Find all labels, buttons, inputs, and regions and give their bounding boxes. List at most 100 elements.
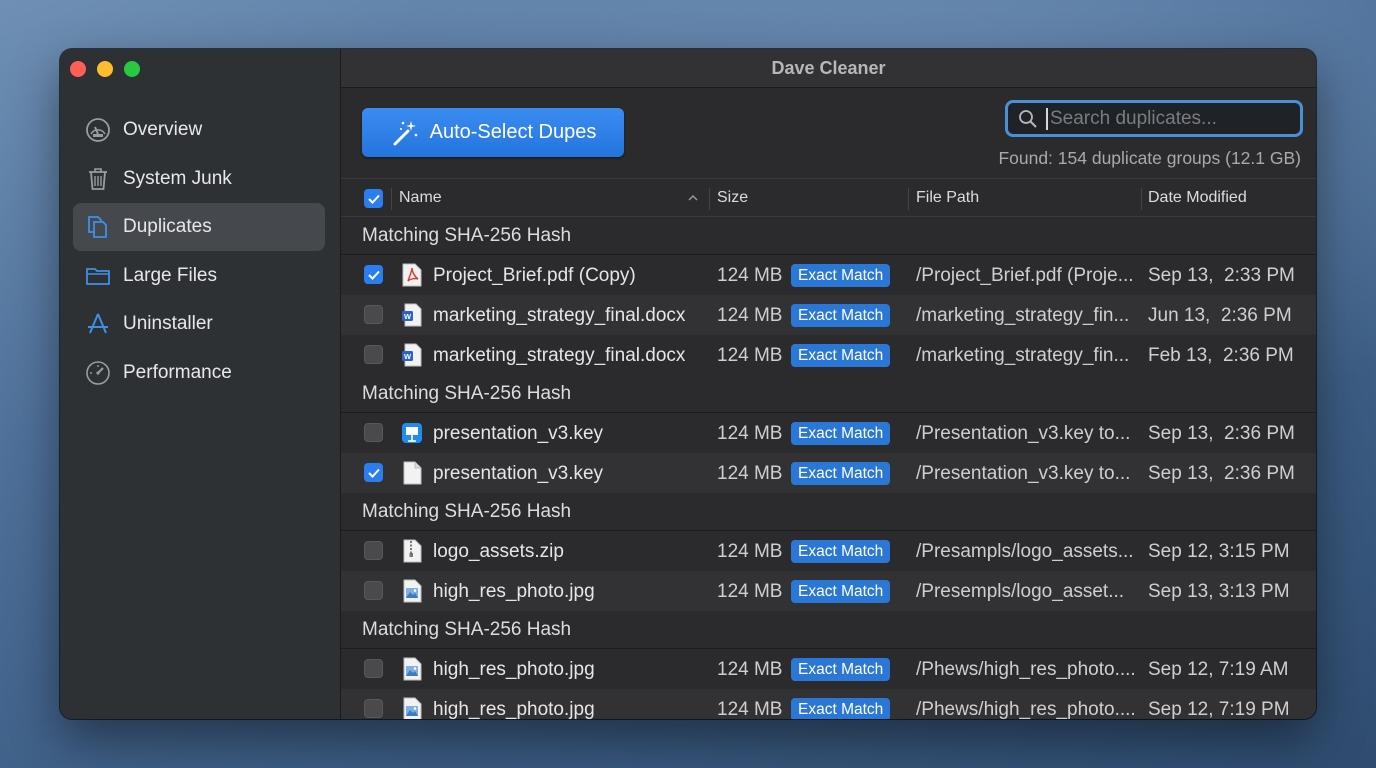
file-path: /Presempls/logo_asset... xyxy=(916,581,1125,602)
file-path: /marketing_strategy_fin... xyxy=(916,345,1130,366)
column-header-date-modified[interactable]: Date Modified xyxy=(1148,189,1247,207)
date-modified: Sep 13, 2:33 PM xyxy=(1148,265,1295,286)
table-header: Name Size File Path Date Modified xyxy=(341,178,1316,217)
date-modified: Sep 12, 3:15 PM xyxy=(1148,541,1290,562)
zip-icon xyxy=(401,539,423,563)
column-header-file-path[interactable]: File Path xyxy=(916,189,979,207)
pdf-icon xyxy=(401,263,423,287)
column-header-size[interactable]: Size xyxy=(717,189,748,207)
table-row[interactable]: W marketing_strategy_final.docx 124 MB E… xyxy=(341,335,1316,375)
file-name: Project_Brief.pdf (Copy) xyxy=(433,265,636,286)
word-doc-icon: W xyxy=(401,303,423,327)
window-title: Dave Cleaner xyxy=(341,49,1316,88)
row-checkbox[interactable] xyxy=(364,265,383,284)
match-badge: Exact Match xyxy=(791,344,891,367)
sort-ascending-icon[interactable] xyxy=(687,192,699,204)
file-path: /marketing_strategy_fin... xyxy=(916,305,1130,326)
file-size: 124 MB xyxy=(717,699,783,719)
file-size: 124 MB xyxy=(717,345,783,366)
file-size: 124 MB xyxy=(717,463,783,484)
file-path: /Phews/high_res_photo.... xyxy=(916,699,1136,719)
window-controls xyxy=(70,61,140,77)
group-header: Matching SHA-256 Hash xyxy=(341,493,1316,531)
table-row[interactable]: Project_Brief.pdf (Copy) 124 MB Exact Ma… xyxy=(341,255,1316,295)
match-badge: Exact Match xyxy=(791,304,891,327)
close-window-button[interactable] xyxy=(70,61,86,77)
column-separator xyxy=(709,188,710,210)
svg-text:W: W xyxy=(404,352,412,361)
file-path: /Phews/high_res_photo.... xyxy=(916,659,1136,680)
table-row[interactable]: W marketing_strategy_final.docx 124 MB E… xyxy=(341,295,1316,335)
column-separator xyxy=(908,188,909,210)
match-badge: Exact Match xyxy=(791,540,891,563)
sidebar-item-large-files[interactable]: Large Files xyxy=(73,252,325,300)
app-store-icon xyxy=(85,311,111,337)
sidebar-item-duplicates[interactable]: Duplicates xyxy=(73,203,325,251)
sidebar-nav: Overview System Junk Duplicates Large Fi… xyxy=(73,106,325,397)
table-row[interactable]: presentation_v3.key 124 MB Exact Match /… xyxy=(341,413,1316,453)
sidebar-item-label: Uninstaller xyxy=(123,313,213,334)
table-row[interactable]: high_res_photo.jpg 124 MB Exact Match /P… xyxy=(341,571,1316,611)
app-window: Overview System Junk Duplicates Large Fi… xyxy=(60,49,1316,719)
checkmark-icon xyxy=(367,468,380,478)
row-checkbox[interactable] xyxy=(364,659,383,678)
word-doc-icon: W xyxy=(401,343,423,367)
date-modified: Sep 12, 7:19 AM xyxy=(1148,659,1289,680)
match-badge: Exact Match xyxy=(791,422,891,445)
row-checkbox[interactable] xyxy=(364,423,383,442)
sidebar-item-overview[interactable]: Overview xyxy=(73,106,325,154)
sidebar-item-uninstaller[interactable]: Uninstaller xyxy=(73,300,325,348)
file-name: logo_assets.zip xyxy=(433,541,564,562)
sidebar-item-performance[interactable]: Performance xyxy=(73,349,325,397)
auto-select-dupes-label: Auto-Select Dupes xyxy=(429,121,597,143)
date-modified: Sep 13, 2:36 PM xyxy=(1148,463,1295,484)
table-row[interactable]: logo_assets.zip 124 MB Exact Match /Pres… xyxy=(341,531,1316,571)
select-all-checkbox[interactable] xyxy=(364,189,383,208)
column-header-name[interactable]: Name xyxy=(399,189,442,207)
maximize-window-button[interactable] xyxy=(124,61,140,77)
keynote-icon xyxy=(401,421,423,445)
file-size: 124 MB xyxy=(717,541,783,562)
file-name: marketing_strategy_final.docx xyxy=(433,345,686,366)
duplicates-table: Matching SHA-256 Hash Project_Brief.pdf … xyxy=(341,217,1316,719)
file-name: presentation_v3.key xyxy=(433,463,604,484)
row-checkbox[interactable] xyxy=(364,581,383,600)
search-field[interactable] xyxy=(1005,100,1303,137)
date-modified: Feb 13, 2:36 PM xyxy=(1148,345,1294,366)
table-row[interactable]: high_res_photo.jpg 124 MB Exact Match /P… xyxy=(341,649,1316,689)
table-row[interactable]: presentation_v3.key 124 MB Exact Match /… xyxy=(341,453,1316,493)
sidebar-item-label: Large Files xyxy=(123,264,217,286)
file-name: high_res_photo.jpg xyxy=(433,699,595,719)
date-modified: Jun 13, 2:36 PM xyxy=(1148,305,1292,326)
file-path: /Presampls/logo_assets... xyxy=(916,541,1134,562)
sidebar-item-label: Duplicates xyxy=(123,216,212,237)
file-size: 124 MB xyxy=(717,581,783,602)
date-modified: Sep 12, 7:19 PM xyxy=(1148,699,1290,719)
sidebar: Overview System Junk Duplicates Large Fi… xyxy=(60,49,341,719)
duplicate-files-icon xyxy=(85,214,111,240)
file-name: presentation_v3.key xyxy=(433,423,604,444)
match-badge: Exact Match xyxy=(791,698,891,719)
auto-select-dupes-button[interactable]: Auto-Select Dupes xyxy=(362,108,624,157)
trash-icon xyxy=(85,166,111,192)
group-header: Matching SHA-256 Hash xyxy=(341,611,1316,649)
row-checkbox[interactable] xyxy=(364,305,383,324)
table-row[interactable]: high_res_photo.jpg 124 MB Exact Match /P… xyxy=(341,689,1316,719)
image-icon xyxy=(401,697,423,719)
file-name: marketing_strategy_final.docx xyxy=(433,305,686,326)
magic-wand-icon xyxy=(393,120,417,145)
row-checkbox[interactable] xyxy=(364,541,383,560)
date-modified: Sep 13, 3:13 PM xyxy=(1148,581,1290,602)
file-size: 124 MB xyxy=(717,423,783,444)
row-checkbox[interactable] xyxy=(364,463,383,482)
group-header: Matching SHA-256 Hash xyxy=(341,217,1316,255)
row-checkbox[interactable] xyxy=(364,699,383,718)
sidebar-item-system-junk[interactable]: System Junk xyxy=(73,155,325,203)
main-panel: Dave Cleaner Auto-Select Dupes Found: 15… xyxy=(341,49,1316,719)
group-header: Matching SHA-256 Hash xyxy=(341,375,1316,413)
file-size: 124 MB xyxy=(717,265,783,286)
minimize-window-button[interactable] xyxy=(97,61,113,77)
search-input[interactable] xyxy=(1046,107,1296,130)
row-checkbox[interactable] xyxy=(364,345,383,364)
sidebar-item-label: Performance xyxy=(123,361,232,383)
